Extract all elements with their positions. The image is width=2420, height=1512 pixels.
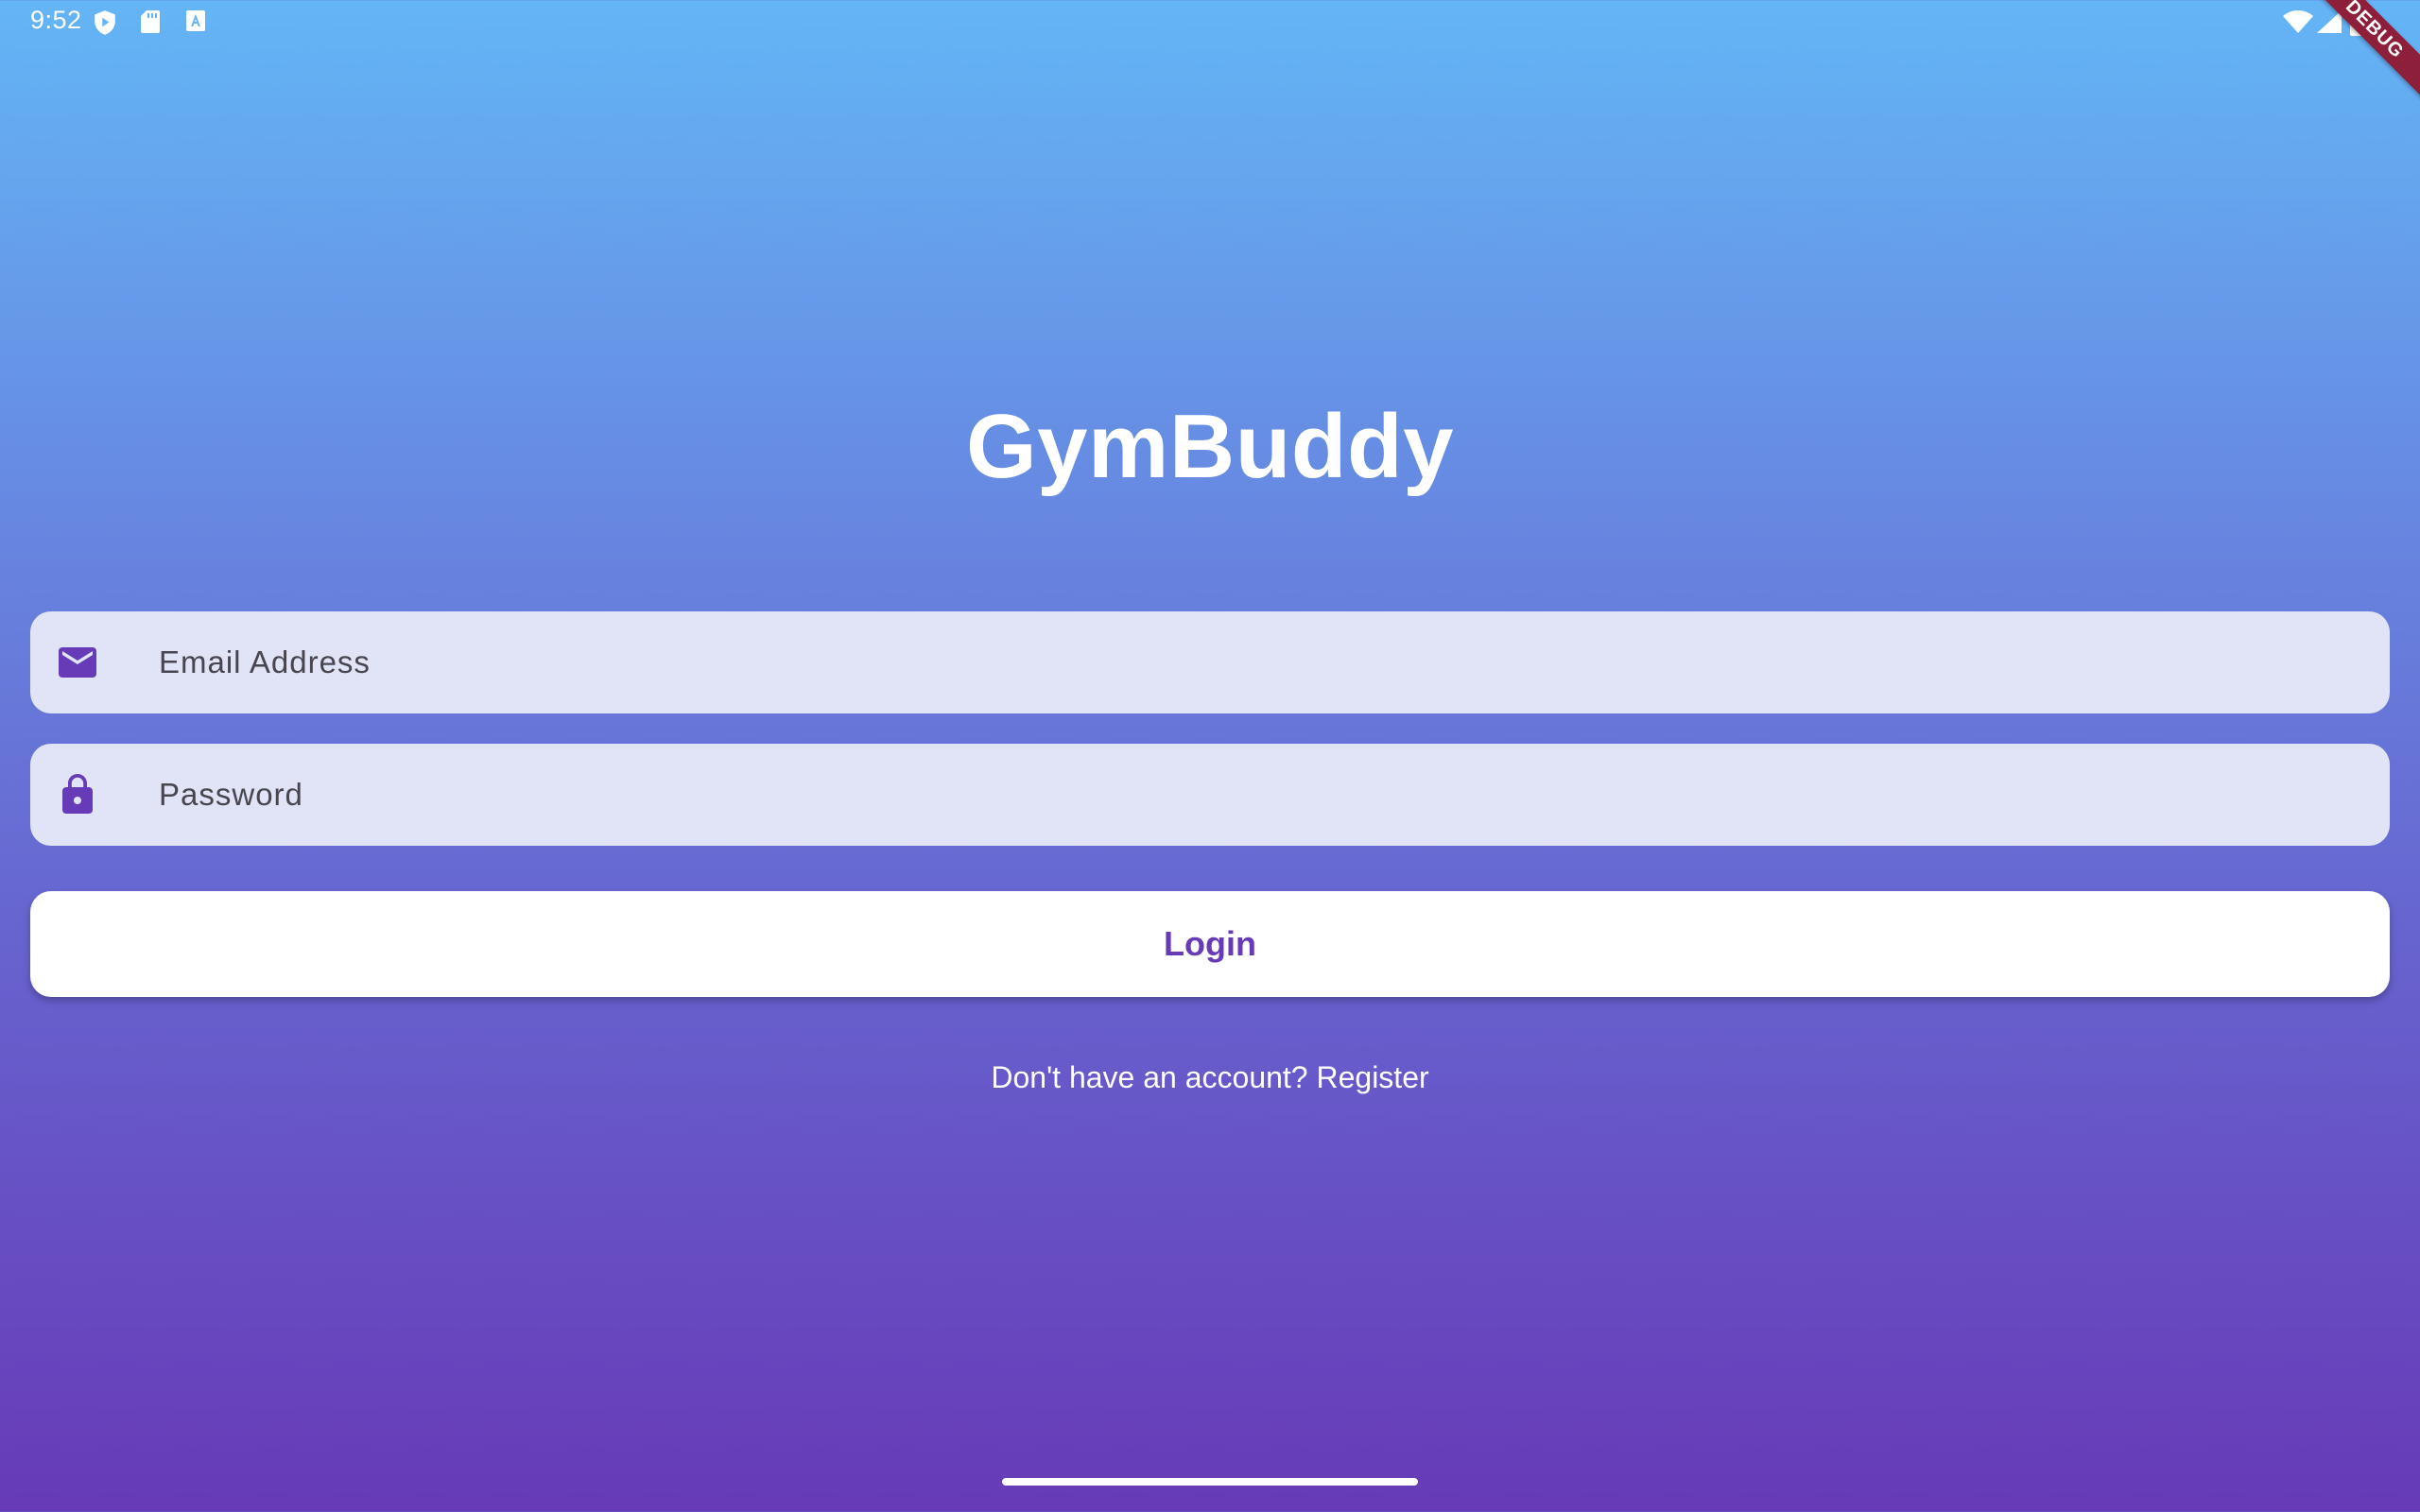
password-field[interactable]: [30, 744, 2390, 846]
email-icon: [55, 640, 100, 685]
register-link[interactable]: Don't have an account? Register: [991, 1060, 1428, 1094]
status-time: 9:52: [30, 6, 82, 34]
font-icon: [185, 9, 206, 37]
status-bar: 9:52: [0, 0, 2420, 45]
register-link-container: Don't have an account? Register: [0, 1060, 2420, 1095]
email-field[interactable]: [30, 611, 2390, 713]
wifi-icon: [2282, 9, 2314, 39]
login-button[interactable]: Login: [30, 891, 2390, 997]
lock-icon: [55, 772, 100, 817]
play-protect-icon: [93, 9, 117, 41]
app-title: GymBuddy: [965, 396, 1455, 497]
email-input[interactable]: [159, 611, 2333, 713]
sd-card-icon: [140, 9, 161, 39]
home-indicator[interactable]: [1002, 1478, 1418, 1486]
password-input[interactable]: [159, 744, 2333, 846]
